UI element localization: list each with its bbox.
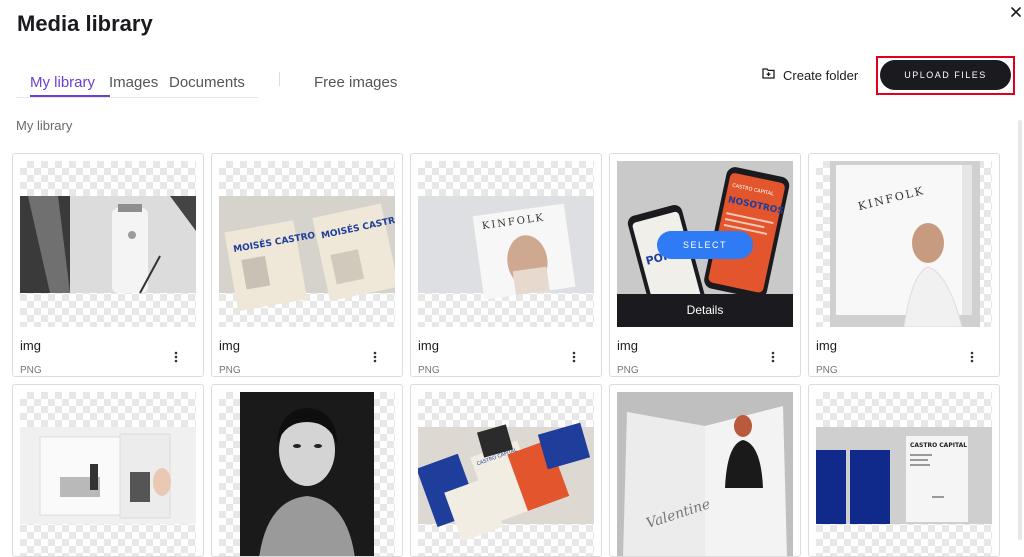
file-type: PNG <box>219 365 241 376</box>
thumbnail: CASTRO CAPITAL <box>418 392 594 556</box>
thumbnail: CASTRO CAPITAL <box>816 392 992 556</box>
doc-brand: CASTRO CAPITAL <box>910 442 967 449</box>
more-options-icon[interactable] <box>770 350 776 364</box>
file-type: PNG <box>20 365 42 376</box>
media-card[interactable]: CASTRO CAPITAL <box>808 384 1000 557</box>
thumbnail <box>20 161 196 327</box>
thumbnail-image: MOISÉS CASTRO MOISÉS CASTRO <box>219 196 395 312</box>
file-name: img <box>816 338 837 353</box>
media-card-hovered[interactable]: POR CASTRO CAPITAL NOSOTROS SELECT Detai… <box>609 153 801 377</box>
file-type: PNG <box>816 365 838 376</box>
media-card[interactable] <box>12 384 204 557</box>
more-options-icon[interactable] <box>372 350 378 364</box>
media-card[interactable]: KINFOLK img PNG <box>808 153 1000 377</box>
more-options-icon[interactable] <box>173 350 179 364</box>
thumbnail-image <box>20 427 196 524</box>
thumbnail: KINFOLK <box>418 161 594 327</box>
thumbnail-image: Valentine <box>617 392 793 556</box>
thumbnail: POR CASTRO CAPITAL NOSOTROS SELECT Detai… <box>617 161 793 327</box>
media-library-modal: Media library My library Images Document… <box>0 0 1024 557</box>
file-name: img <box>20 338 41 353</box>
media-card[interactable]: img PNG <box>12 153 204 377</box>
file-name: img <box>418 338 439 353</box>
thumbnail-image: KINFOLK <box>418 196 594 300</box>
thumbnail: MOISÉS CASTRO MOISÉS CASTRO <box>219 161 395 327</box>
media-card[interactable] <box>211 384 403 557</box>
thumbnail: Valentine <box>617 392 793 556</box>
thumbnail-image: KINFOLK <box>830 161 980 327</box>
thumbnail-image <box>240 392 374 556</box>
media-grid: img PNG MOISÉS CASTRO MOISÉS CASTRO img … <box>0 0 1024 557</box>
more-options-icon[interactable] <box>969 350 975 364</box>
media-card[interactable]: CASTRO CAPITAL <box>410 384 602 557</box>
thumbnail: KINFOLK <box>816 161 992 327</box>
file-name: img <box>219 338 240 353</box>
thumbnail-image <box>20 196 196 294</box>
thumbnail <box>219 392 395 556</box>
thumbnail-image: CASTRO CAPITAL <box>816 427 992 524</box>
media-card[interactable]: MOISÉS CASTRO MOISÉS CASTRO img PNG <box>211 153 403 377</box>
file-type: PNG <box>418 365 440 376</box>
details-button[interactable]: Details <box>617 294 793 327</box>
media-card[interactable]: Valentine <box>609 384 801 557</box>
media-card[interactable]: KINFOLK img PNG <box>410 153 602 377</box>
select-button[interactable]: SELECT <box>657 231 753 259</box>
thumbnail <box>20 392 196 556</box>
more-options-icon[interactable] <box>571 350 577 364</box>
thumbnail-image: CASTRO CAPITAL <box>418 422 594 542</box>
file-name: img <box>617 338 638 353</box>
file-type: PNG <box>617 365 639 376</box>
